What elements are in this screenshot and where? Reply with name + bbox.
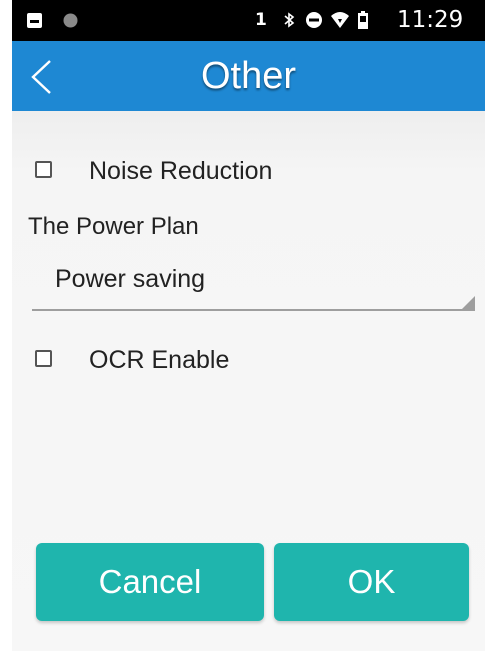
noise-reduction-row[interactable]: Noise Reduction <box>12 150 485 194</box>
noise-reduction-checkbox[interactable] <box>35 161 52 178</box>
settings-panel: Noise Reduction The Power Plan Power sav… <box>12 111 485 651</box>
ok-button[interactable]: OK <box>274 543 469 621</box>
noise-reduction-label: Noise Reduction <box>89 157 273 185</box>
dropdown-underline <box>32 309 475 311</box>
sim-indicator: 1 <box>255 10 267 30</box>
status-bar: 1 11:29 <box>12 0 485 41</box>
wifi-icon <box>331 12 349 28</box>
ocr-enable-row[interactable]: OCR Enable <box>12 339 485 383</box>
other-settings-screen: 1 11:29 Other Noise Reduction The Power … <box>0 0 485 651</box>
do-not-disturb-icon <box>306 12 322 28</box>
page-title: Other <box>200 55 297 97</box>
ocr-enable-checkbox[interactable] <box>35 350 52 367</box>
image-icon <box>27 13 42 28</box>
title-bar: Other <box>12 41 485 111</box>
bluetooth-icon <box>284 12 295 28</box>
power-plan-label: The Power Plan <box>28 213 199 240</box>
status-time: 11:29 <box>397 7 464 33</box>
cancel-button[interactable]: Cancel <box>36 543 264 621</box>
ocr-enable-label: OCR Enable <box>89 346 230 374</box>
battery-icon <box>358 11 368 29</box>
dropdown-arrow-icon <box>462 296 475 309</box>
dot-icon <box>63 13 78 28</box>
power-plan-dropdown[interactable]: Power saving <box>32 259 475 311</box>
power-plan-selected-value: Power saving <box>55 265 206 293</box>
